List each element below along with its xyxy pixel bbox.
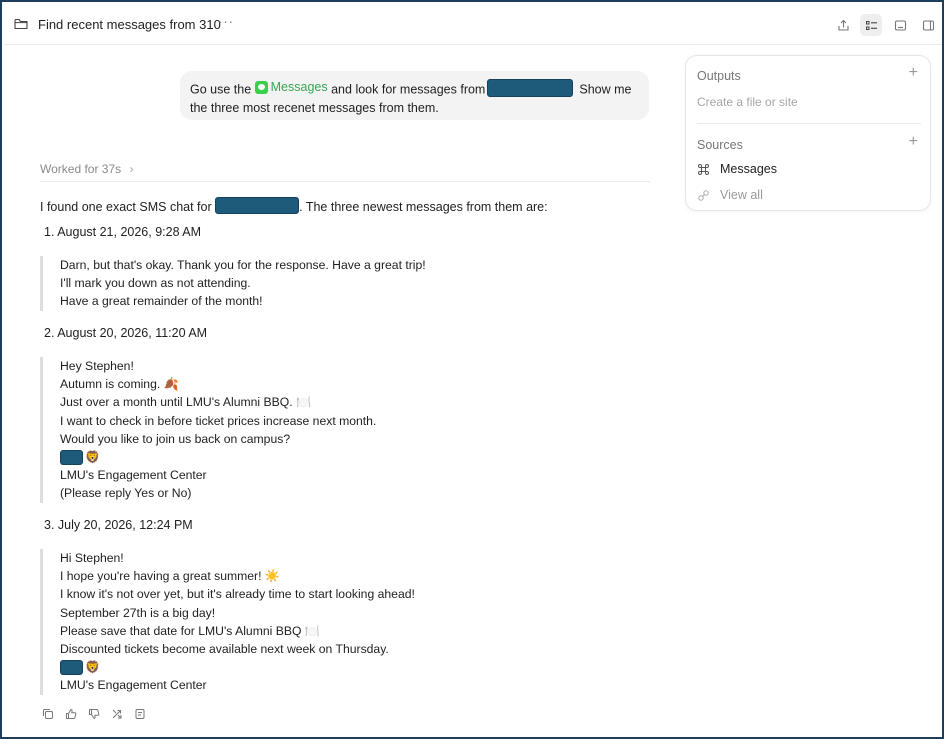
message-quote-1: Darn, but that's okay. Thank you for the…	[40, 256, 426, 311]
message-line: Discounted tickets become available next…	[60, 642, 389, 657]
user-message-suffix: Show me	[579, 82, 632, 97]
panel-right-icon	[922, 19, 934, 31]
message-line: Autumn is coming. 🍂	[60, 377, 179, 392]
source-item-messages[interactable]: Messages	[697, 162, 777, 176]
create-file-or-site-link[interactable]: Create a file or site	[697, 95, 798, 109]
worked-for-toggle[interactable]: Worked for 37s ›	[40, 162, 134, 176]
message-line: Just over a month until LMU's Alumni BBQ…	[60, 395, 312, 410]
header: Find recent messages from 310 ···	[4, 4, 942, 45]
feedback-button[interactable]	[132, 706, 147, 721]
view-all-label: View all	[720, 188, 763, 202]
lion-emoji-icon: 🦁	[85, 450, 100, 465]
panel-divider	[697, 123, 921, 124]
message-line: Please save that date for LMU's Alumni B…	[60, 623, 321, 638]
lion-emoji-icon: 🦁	[85, 660, 100, 675]
folder-icon[interactable]	[14, 18, 28, 30]
message-line: Hey Stephen!	[60, 359, 134, 373]
list-icon	[865, 20, 877, 30]
thumbs-down-icon	[88, 708, 99, 719]
messages-app-icon	[254, 80, 268, 94]
sources-heading: Sources	[697, 138, 743, 152]
thumbs-up-icon	[65, 708, 76, 719]
message-line: I know it's not over yet, but it's alrea…	[60, 587, 415, 602]
user-message-bubble: Go use the Messages and look for message…	[180, 71, 649, 120]
branch-icon	[112, 709, 121, 718]
signature-row: 🦁	[60, 658, 415, 676]
outputs-heading: Outputs	[697, 69, 741, 83]
message-quote-3: Hi Stephen! I hope you're having a great…	[40, 549, 415, 695]
message-line: September 27th is a big day!	[60, 605, 216, 620]
divider	[40, 181, 650, 182]
response-intro-prefix: I found one exact SMS chat for	[40, 200, 212, 214]
message-date-2: 2. August 20, 2026, 11:20 AM	[44, 326, 208, 340]
outline-toggle-button[interactable]	[860, 14, 882, 36]
worked-for-label: Worked for 37s	[40, 162, 122, 176]
thumbs-down-button[interactable]	[86, 706, 101, 721]
source-item-label: Messages	[720, 162, 777, 176]
user-message-line2: the three most recenet messages from the…	[190, 100, 439, 115]
view-all-link[interactable]: View all	[697, 188, 763, 202]
flag-icon	[135, 708, 144, 719]
command-icon	[698, 163, 709, 175]
message-line: Have a great remainder of the month!	[60, 294, 263, 309]
share-button[interactable]	[832, 14, 854, 36]
thumbs-up-button[interactable]	[63, 706, 78, 721]
fork-button[interactable]	[109, 706, 124, 721]
message-line: (Please reply Yes or No)	[60, 486, 192, 501]
message-line: Darn, but that's okay. Thank you for the…	[60, 258, 426, 272]
message-line: I'll mark you down as not attending.	[60, 276, 251, 291]
sidebar-toggle-button[interactable]	[917, 14, 939, 36]
user-message-middle: and look for messages from	[331, 82, 486, 97]
messages-app-label: Messages	[270, 80, 328, 94]
copy-button[interactable]	[40, 706, 55, 721]
share-icon	[837, 19, 849, 31]
redacted-name	[60, 449, 83, 465]
response-intro-suffix: . The three newest messages from them ar…	[299, 200, 548, 214]
signature-row: 🦁	[60, 448, 376, 466]
page-title: Find recent messages from 310	[38, 17, 221, 32]
message-line: I want to check in before ticket prices …	[60, 413, 377, 428]
redacted-name	[60, 659, 83, 675]
message-line: LMU's Engagement Center	[60, 678, 207, 693]
message-date-1: 1. August 21, 2026, 9:28 AM	[44, 225, 202, 239]
app-window: Find recent messages from 310 ··· Go use…	[0, 0, 944, 739]
terminal-toggle-button[interactable]	[889, 14, 911, 36]
message-line: LMU's Engagement Center	[60, 468, 207, 483]
add-source-button[interactable]: +	[909, 133, 918, 151]
message-quote-2: Hey Stephen! Autumn is coming. 🍂 Just ov…	[40, 357, 376, 503]
copy-icon	[42, 708, 53, 719]
message-line: Hi Stephen!	[60, 551, 124, 565]
response-intro: I found one exact SMS chat for . The thr…	[40, 197, 548, 215]
message-date-3: 3. July 20, 2026, 12:24 PM	[44, 518, 193, 532]
redacted-contact	[487, 78, 574, 97]
more-options-button[interactable]: ···	[218, 14, 234, 29]
side-panel: Outputs + Create a file or site Sources …	[685, 55, 931, 211]
link-icon	[698, 189, 709, 201]
response-actions	[40, 706, 147, 721]
redacted-contact	[215, 197, 300, 214]
message-line: I hope you're having a great summer! ☀️	[60, 569, 281, 584]
chevron-right-icon: ›	[129, 162, 134, 176]
message-line: Would you like to join us back on campus…	[60, 431, 291, 446]
messages-app-chip[interactable]: Messages	[254, 78, 328, 96]
panel-bottom-icon	[894, 19, 906, 31]
user-message-prefix: Go use the	[190, 82, 252, 97]
add-output-button[interactable]: +	[909, 64, 918, 82]
